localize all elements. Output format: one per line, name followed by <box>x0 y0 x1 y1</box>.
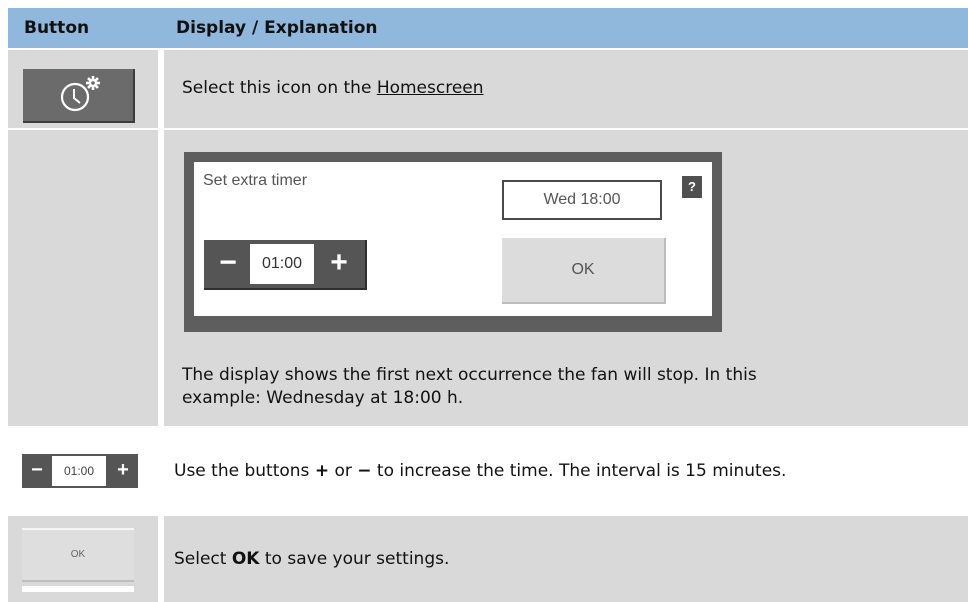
help-button[interactable]: ? <box>682 176 702 198</box>
panel-title: Set extra timer <box>203 172 308 189</box>
button-cell <box>8 130 158 426</box>
increase-button[interactable]: + <box>108 454 138 488</box>
table-row-ok: OK Select OK to save your settings. <box>8 516 968 602</box>
ok-bold: OK <box>231 549 260 569</box>
plus-symbol: + <box>314 461 330 481</box>
clock-settings-button[interactable] <box>23 69 135 123</box>
table-row-stepper: − 01:00 + Use the buttons + or − to incr… <box>8 428 968 514</box>
increase-button[interactable]: + <box>317 240 361 288</box>
timer-panel: Set extra timer Wed 18:00 ? − 01:00 + OK <box>184 152 722 332</box>
homescreen-link[interactable]: Homescreen <box>377 78 484 98</box>
ok-button-small[interactable]: OK <box>22 528 134 582</box>
time-display: Wed 18:00 <box>502 180 662 220</box>
explanation-text: Use the buttons <box>174 461 315 481</box>
instruction-table: Button Display / Explanation Select this… <box>0 0 968 602</box>
table-row-timer-panel: Set extra timer Wed 18:00 ? − 01:00 + OK… <box>8 130 968 426</box>
button-cell: OK <box>8 516 158 602</box>
explanation-text: to increase the time. The interval is 15… <box>371 461 787 481</box>
button-cell: − 01:00 + <box>8 428 158 514</box>
ok-button[interactable]: OK <box>502 238 666 304</box>
table-header: Button Display / Explanation <box>8 8 968 48</box>
button-cell <box>8 50 158 128</box>
header-button: Button <box>24 18 90 38</box>
explanation-text: The display shows the first next occurre… <box>182 364 962 410</box>
explanation-cell: Select OK to save your settings. <box>164 516 968 602</box>
ok-button-base <box>22 586 134 592</box>
time-stepper-small: − 01:00 + <box>22 454 138 488</box>
explanation-cell: Set extra timer Wed 18:00 ? − 01:00 + OK… <box>164 130 968 426</box>
stepper-value: 01:00 <box>250 244 314 284</box>
explanation-text: Select <box>174 549 232 569</box>
timer-panel-inner: Set extra timer Wed 18:00 ? − 01:00 + OK <box>194 162 712 316</box>
decrease-button[interactable]: − <box>206 240 250 288</box>
explanation-text: or <box>329 461 358 481</box>
time-stepper: − 01:00 + <box>204 240 367 290</box>
decrease-button[interactable]: − <box>22 454 52 488</box>
clock-settings-icon <box>60 76 100 112</box>
explanation-text: to save your settings. <box>259 549 450 569</box>
explanation-line-2: example: Wednesday at 18:00 h. <box>182 388 464 408</box>
stepper-value: 01:00 <box>52 456 106 486</box>
explanation-text: Select this icon on the <box>182 78 377 98</box>
minus-symbol: − <box>357 461 372 481</box>
explanation-line-1: The display shows the first next occurre… <box>182 365 757 385</box>
header-display-explanation: Display / Explanation <box>176 18 378 38</box>
explanation-cell: Select this icon on the Homescreen <box>164 50 968 128</box>
explanation-cell: Use the buttons + or − to increase the t… <box>164 428 968 514</box>
table-row-homescreen: Select this icon on the Homescreen <box>8 50 968 128</box>
